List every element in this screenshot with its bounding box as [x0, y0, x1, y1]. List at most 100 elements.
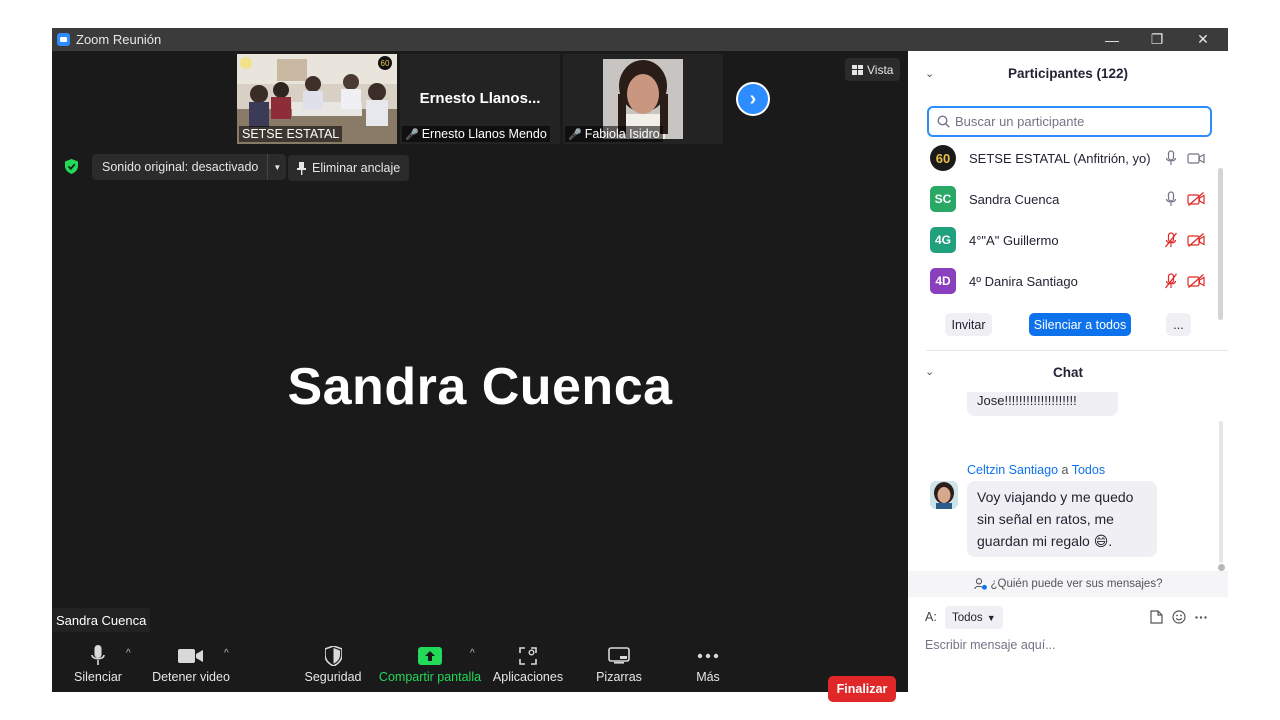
participant-name: 4º Danira Santiago	[969, 273, 1078, 289]
thumbnail-fabiola-isidro[interactable]: 🎤 Fabiola Isidro	[563, 54, 723, 144]
chat-message-line: guardan mi regalo	[977, 533, 1090, 549]
more-dots-icon	[684, 642, 732, 670]
shield-icon	[324, 646, 342, 666]
participants-scrollbar[interactable]	[1218, 168, 1223, 320]
chat-message-tail: .	[1108, 533, 1113, 549]
invite-button[interactable]: Invitar	[945, 313, 992, 336]
chat-sender-name[interactable]: Celtzin Santiago	[967, 463, 1058, 477]
panel-divider	[926, 350, 1228, 351]
chevron-down-icon[interactable]: ▼	[267, 154, 286, 180]
video-options-caret-icon[interactable]: ^	[224, 648, 229, 659]
original-sound-toggle[interactable]: Sonido original: desactivado ▼	[92, 154, 287, 180]
video-off-icon[interactable]	[1187, 192, 1205, 206]
file-icon[interactable]	[1150, 610, 1163, 624]
participant-search-box[interactable]	[927, 106, 1212, 137]
remove-pin-label: Eliminar anclaje	[312, 161, 401, 175]
stop-video-button[interactable]: Detener video	[152, 642, 230, 684]
emoji-icon[interactable]	[1172, 610, 1186, 624]
mic-muted-icon[interactable]	[1164, 232, 1178, 248]
chat-scroll-end-icon	[1218, 564, 1225, 571]
share-screen-icon	[418, 647, 442, 665]
mic-muted-icon[interactable]	[1164, 273, 1178, 289]
share-screen-button[interactable]: Compartir pantalla	[378, 642, 482, 684]
chat-message-line: Voy viajando y me quedo	[977, 489, 1134, 505]
mute-button[interactable]: Silenciar	[70, 642, 126, 684]
active-speaker-tag: Sandra Cuenca	[52, 608, 151, 632]
thumbnail-name: Ernesto Llanos Mendo	[421, 127, 547, 141]
thumbnail-name-row: 🎤 Ernesto Llanos Mendo	[402, 126, 550, 142]
video-camera-icon[interactable]	[1187, 151, 1205, 165]
end-meeting-button[interactable]: Finalizar	[828, 676, 896, 702]
close-button[interactable]: ✕	[1180, 28, 1226, 51]
participant-row[interactable]: 60 SETSE ESTATAL (Anfitrión, yo)	[908, 138, 1218, 178]
pin-icon	[297, 161, 306, 175]
chat-message-input[interactable]	[925, 638, 1215, 652]
thumbnail-setse-estatal[interactable]: 60 SETSE ESTATAL	[237, 54, 397, 144]
microphone-icon	[91, 645, 105, 665]
view-label: Vista	[867, 62, 894, 77]
remove-pin-button[interactable]: Eliminar anclaje	[288, 155, 410, 181]
participant-name: 4°"A" Guillermo	[969, 232, 1059, 248]
meeting-toolbar: Silenciar ^ Detener video ^ Seguridad Co…	[52, 638, 908, 702]
view-button[interactable]: Vista	[845, 58, 901, 81]
apps-button[interactable]: Aplicaciones	[492, 642, 564, 684]
chat-to-word: a	[1061, 463, 1069, 477]
video-camera-icon	[178, 649, 203, 663]
microphone-icon[interactable]	[1164, 150, 1178, 166]
participant-name: SETSE ESTATAL (Anfitrión, yo)	[969, 150, 1151, 166]
more-button[interactable]: Más	[684, 642, 732, 684]
more-label: Más	[696, 670, 720, 684]
participants-title: Participantes (122)	[1007, 66, 1129, 81]
chat-scrollbar[interactable]	[1219, 421, 1223, 563]
participant-name: Sandra Cuenca	[969, 191, 1060, 207]
share-screen-label: Compartir pantalla	[378, 670, 482, 684]
chevron-down-icon: ▼	[986, 612, 996, 623]
thumbnail-ernesto-llanos[interactable]: Ernesto Llanos... 🎤 Ernesto Llanos Mendo	[400, 54, 560, 144]
participant-row[interactable]: SC Sandra Cuenca	[908, 179, 1218, 219]
video-off-icon[interactable]	[1187, 274, 1205, 288]
participant-search-input[interactable]	[955, 114, 1205, 129]
participant-avatar: 4D	[930, 268, 956, 294]
participant-row[interactable]: 4G 4°"A" Guillermo	[908, 220, 1218, 260]
participant-avatar: SC	[930, 186, 956, 212]
whiteboard-button[interactable]: Pizarras	[592, 642, 646, 684]
mic-muted-icon: 🎤	[568, 129, 582, 141]
chat-message-line: sin señal en ratos, me	[977, 511, 1114, 527]
participants-more-button[interactable]: ...	[1166, 313, 1191, 336]
thumbnail-name: SETSE ESTATAL	[239, 126, 343, 142]
chat-sender-avatar	[930, 481, 958, 509]
video-off-icon[interactable]	[1187, 233, 1205, 247]
window-title: Zoom Reunión	[76, 32, 162, 47]
zoom-app-icon	[57, 33, 70, 46]
who-can-see-messages[interactable]: ¿Quién puede ver sus mensajes?	[908, 571, 1228, 597]
mute-label: Silenciar	[74, 670, 122, 684]
chat-more-icon[interactable]	[1195, 616, 1207, 619]
thumbnail-display-name: Ernesto Llanos...	[419, 90, 541, 107]
chat-message-previous: Jose!!!!!!!!!!!!!!!!!!!!	[967, 392, 1118, 416]
participant-avatar: 4G	[930, 227, 956, 253]
participants-header: ⌄ Participantes (122)	[908, 51, 1228, 95]
grid-icon	[852, 64, 863, 75]
mic-muted-icon: 🎤	[405, 129, 419, 141]
svg-text:60: 60	[381, 59, 390, 68]
chat-recipient-dropdown[interactable]: Todos ▼	[945, 606, 1003, 629]
mute-all-button[interactable]: Silenciar a todos	[1029, 313, 1131, 336]
chat-recipient[interactable]: Todos	[1072, 463, 1105, 477]
chat-message: Voy viajando y me quedo sin señal en rat…	[967, 481, 1157, 557]
participant-row[interactable]: 4D 4º Danira Santiago	[908, 261, 1218, 301]
next-page-button[interactable]: ›	[736, 82, 770, 116]
chat-to-label: A:	[925, 610, 937, 624]
whiteboard-icon	[608, 647, 630, 664]
restore-button[interactable]: ❐	[1134, 28, 1180, 51]
apps-icon	[519, 647, 537, 665]
security-button[interactable]: Seguridad	[304, 642, 362, 684]
apps-label: Aplicaciones	[492, 670, 564, 684]
share-options-caret-icon[interactable]: ^	[470, 648, 475, 659]
microphone-icon[interactable]	[1164, 191, 1178, 207]
minimize-button[interactable]: —	[1089, 28, 1135, 51]
audio-options-caret-icon[interactable]: ^	[126, 648, 131, 659]
who-can-see-label: ¿Quién puede ver sus mensajes?	[990, 578, 1163, 590]
grinning-emoji-icon: 😄	[1093, 533, 1109, 549]
chat-message-line-last: guardan mi regalo 😄.	[977, 530, 1147, 552]
active-speaker-name: Sandra Cuenca	[287, 358, 673, 416]
